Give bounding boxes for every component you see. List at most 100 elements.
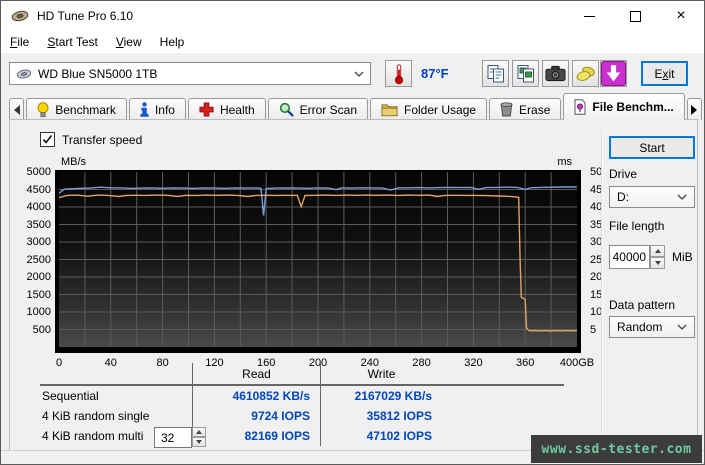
drive-disk-icon xyxy=(16,68,32,80)
transfer-speed-label: Transfer speed xyxy=(62,133,142,147)
menu-bar: File Start Test View Help xyxy=(1,31,704,53)
file-benchmark-page: Transfer speed MB/s ms 50004500400035003… xyxy=(9,119,698,451)
table-row-random-multi: 4 KiB random multi 82169 IOPS 47102 IOPS xyxy=(40,426,564,446)
tab-scroll-left-button[interactable] xyxy=(9,98,24,120)
toolbar: WD Blue SN5000 1TB 87°F xyxy=(1,53,704,93)
info-icon xyxy=(140,102,149,117)
close-icon: × xyxy=(676,8,685,24)
title-bar: HD Tune Pro 6.10 × xyxy=(1,1,704,31)
table-row-random-single: 4 KiB random single 9724 IOPS 35812 IOPS xyxy=(40,406,564,426)
target-drive-value: D: xyxy=(617,190,629,204)
close-button[interactable]: × xyxy=(658,1,704,31)
checkmark-icon xyxy=(42,134,53,145)
screenshot-button[interactable] xyxy=(542,60,569,87)
copy-image-button[interactable] xyxy=(512,60,539,87)
y-axis-left-unit: MB/s xyxy=(61,156,86,168)
tab-bar: Benchmark Info Health Error Scan xyxy=(1,93,704,120)
camera-icon xyxy=(545,65,566,82)
arrow-right-icon xyxy=(691,105,697,115)
tab-scroll-right-button[interactable] xyxy=(687,98,702,120)
tab-file-benchmark[interactable]: File Benchm... xyxy=(563,93,684,120)
drive-select[interactable]: WD Blue SN5000 1TB xyxy=(9,62,371,85)
data-pattern-select[interactable]: Random xyxy=(609,316,695,338)
tab-erase[interactable]: Erase xyxy=(489,98,561,120)
tab-benchmark[interactable]: Benchmark xyxy=(26,98,127,120)
read-column-header: Read xyxy=(192,363,320,384)
download-button[interactable] xyxy=(600,60,627,87)
arrow-down-icon xyxy=(196,440,202,444)
row-label: Sequential xyxy=(40,389,192,403)
arrow-left-icon xyxy=(14,105,20,115)
file-length-up-button[interactable] xyxy=(650,245,665,257)
app-disk-icon xyxy=(11,9,29,23)
transfer-speed-checkbox[interactable] xyxy=(40,132,55,147)
queue-depth-input[interactable] xyxy=(154,427,192,448)
sequential-write-value: 2167029 KB/s xyxy=(320,386,442,406)
tab-folder-usage[interactable]: Folder Usage xyxy=(370,98,487,120)
tab-error-scan[interactable]: Error Scan xyxy=(268,98,368,120)
drive-select-value: WD Blue SN5000 1TB xyxy=(38,67,157,81)
menu-start-test[interactable]: Start Test xyxy=(38,32,106,52)
transfer-chart-frame xyxy=(55,170,581,353)
chevron-down-icon xyxy=(677,324,687,330)
window-title: HD Tune Pro 6.10 xyxy=(37,9,133,23)
benchmark-bulb-icon xyxy=(37,102,49,118)
trash-icon xyxy=(500,102,513,117)
chevron-down-icon xyxy=(354,71,364,77)
data-pattern-value: Random xyxy=(617,320,662,334)
drive-label: Drive xyxy=(609,167,637,181)
folder-icon xyxy=(381,103,398,117)
transfer-chart-plot xyxy=(59,172,577,347)
copy-text-icon xyxy=(486,64,506,84)
file-length-input[interactable] xyxy=(609,245,650,269)
temperature-value: 87°F xyxy=(421,66,449,81)
tab-info[interactable]: Info xyxy=(129,98,186,120)
menu-help[interactable]: Help xyxy=(151,32,194,52)
random-single-read-value: 9724 IOPS xyxy=(192,406,320,426)
random-multi-read-value: 82169 IOPS xyxy=(192,426,320,446)
arrow-up-icon xyxy=(655,249,661,253)
thermometer-icon xyxy=(392,63,406,85)
queue-depth-down-button[interactable] xyxy=(192,437,206,447)
health-cross-icon xyxy=(199,102,214,117)
random-multi-write-value: 47102 IOPS xyxy=(320,426,442,446)
watermark: www.ssd-tester.com xyxy=(531,435,702,463)
tab-health[interactable]: Health xyxy=(188,98,266,120)
write-column-header: Write xyxy=(320,363,442,384)
y-axis-left-ticks: 500045004000350030002500200015001000500 xyxy=(10,172,53,347)
start-button[interactable]: Start xyxy=(609,136,695,159)
copy-image-icon xyxy=(516,64,536,84)
target-drive-select[interactable]: D: xyxy=(609,186,695,208)
results-header-row: Read Write xyxy=(40,363,564,386)
results-table: Read Write Sequential 4610852 KB/s 21670… xyxy=(40,363,564,446)
table-row-sequential: Sequential 4610852 KB/s 2167029 KB/s xyxy=(40,386,564,406)
sequential-read-value: 4610852 KB/s xyxy=(192,386,320,406)
file-length-label: File length xyxy=(609,219,664,233)
minimize-button[interactable] xyxy=(566,1,612,31)
donate-button[interactable] xyxy=(572,60,599,87)
magnifier-icon xyxy=(279,102,294,117)
arrow-down-icon xyxy=(655,261,661,265)
chevron-down-icon xyxy=(677,194,687,200)
data-pattern-label: Data pattern xyxy=(609,298,675,312)
copy-text-button[interactable] xyxy=(482,60,509,87)
panel-separator xyxy=(601,130,603,440)
hd-tune-window: HD Tune Pro 6.10 × File Start Test View … xyxy=(0,0,705,465)
menu-file[interactable]: File xyxy=(1,32,38,52)
y-axis-right-unit: ms xyxy=(542,156,572,168)
file-length-unit: MiB xyxy=(672,250,693,264)
menu-view[interactable]: View xyxy=(107,32,151,52)
temperature-button[interactable] xyxy=(385,60,412,87)
maximize-icon xyxy=(630,11,641,22)
queue-depth-up-button[interactable] xyxy=(192,427,206,437)
donate-hands-icon xyxy=(576,64,596,84)
file-length-down-button[interactable] xyxy=(650,257,665,269)
transfer-chart-plot-svg xyxy=(59,172,577,347)
row-label: 4 KiB random single xyxy=(40,409,192,423)
random-single-write-value: 35812 IOPS xyxy=(320,406,442,426)
maximize-button[interactable] xyxy=(612,1,658,31)
minimize-icon xyxy=(584,16,595,17)
arrow-up-icon xyxy=(196,430,202,434)
download-arrow-icon xyxy=(601,61,626,86)
exit-button[interactable]: Exit xyxy=(641,61,688,86)
